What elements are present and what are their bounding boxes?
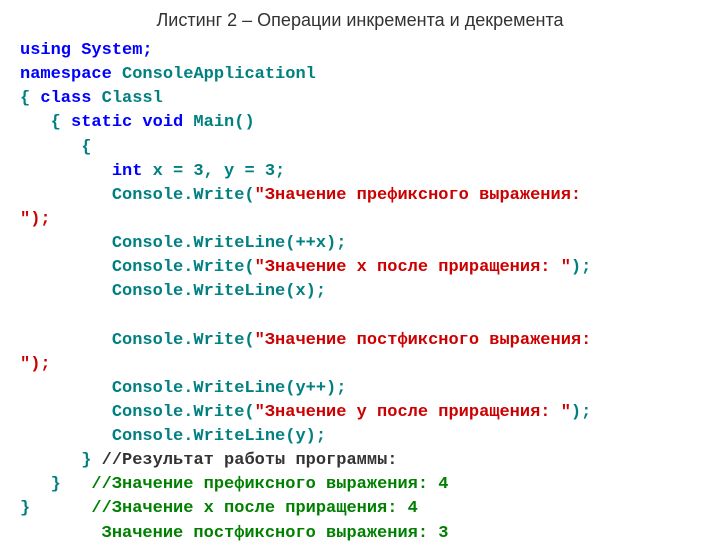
string-literal: ");	[20, 210, 51, 229]
comment: //Значение префиксного выражения: 4	[61, 475, 449, 494]
code: );	[571, 403, 591, 422]
code: Console.Write(	[20, 331, 255, 350]
code: Console.WriteLine(++x);	[20, 234, 346, 253]
keyword: class	[40, 89, 91, 108]
code: Console.WriteLine(y++);	[20, 379, 346, 398]
listing-caption: Листинг 2 – Операции инкремента и декрем…	[20, 10, 700, 31]
code-line: using System;	[20, 41, 153, 60]
identifier: Classl	[91, 89, 162, 108]
identifier: ConsoleApplicationl	[112, 65, 316, 84]
brace: }	[20, 451, 91, 470]
identifier: Main()	[183, 113, 254, 132]
code-listing: using System; namespace ConsoleApplicati…	[20, 39, 700, 546]
string-literal: "Значение x после приращения: "	[255, 258, 571, 277]
string-literal: "Значение постфиксного выражения:	[255, 331, 592, 350]
keyword: namespace	[20, 65, 112, 84]
code: Console.Write(	[20, 403, 255, 422]
brace: }	[20, 475, 61, 494]
keyword: int	[20, 162, 142, 181]
string-literal: ");	[20, 355, 51, 374]
code: Console.Write(	[20, 258, 255, 277]
brace: {	[20, 113, 71, 132]
brace: }	[20, 499, 30, 518]
string-literal: "Значение префиксного выражения:	[255, 186, 581, 205]
string-literal: "Значение y после приращения: "	[255, 403, 571, 422]
code: Console.WriteLine(y);	[20, 427, 326, 446]
comment: //Значение x после приращения: 4	[30, 499, 418, 518]
keyword: static void	[71, 113, 183, 132]
code: );	[571, 258, 591, 277]
brace: {	[20, 138, 91, 157]
code: x = 3, y = 3;	[142, 162, 285, 181]
comment: //Результат работы программы:	[91, 451, 397, 470]
brace: {	[20, 89, 40, 108]
code: Console.Write(	[20, 186, 255, 205]
code: Console.WriteLine(x);	[20, 282, 326, 301]
